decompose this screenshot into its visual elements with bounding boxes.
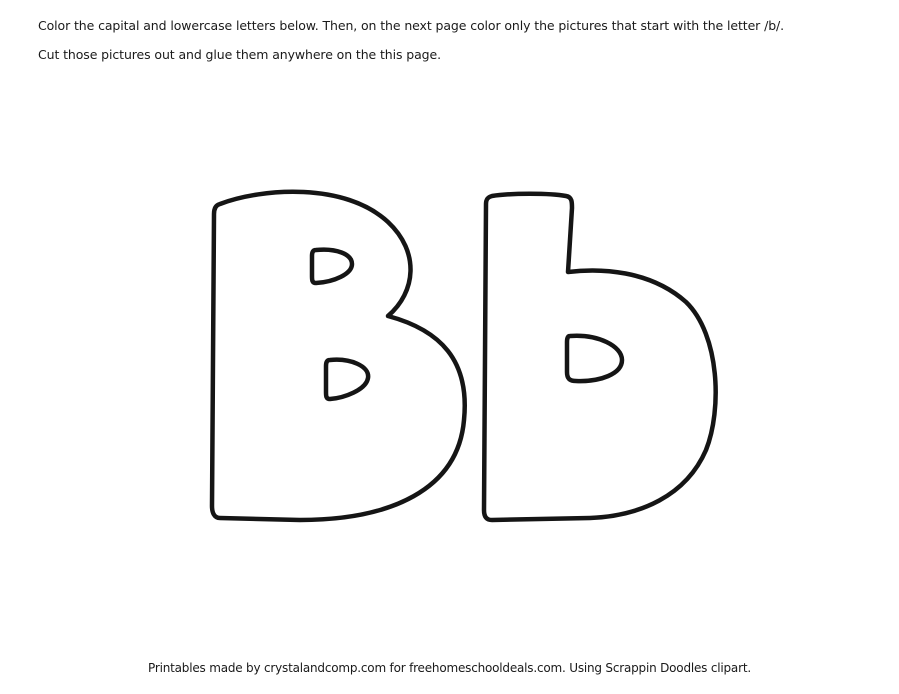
footer-credit: Printables made by crystalandcomp.com fo…	[148, 661, 751, 675]
lowercase-b-outline	[481, 191, 718, 523]
uppercase-b-outline	[209, 189, 468, 523]
uppercase-b-body	[209, 189, 468, 523]
letter-outlines	[209, 189, 718, 523]
